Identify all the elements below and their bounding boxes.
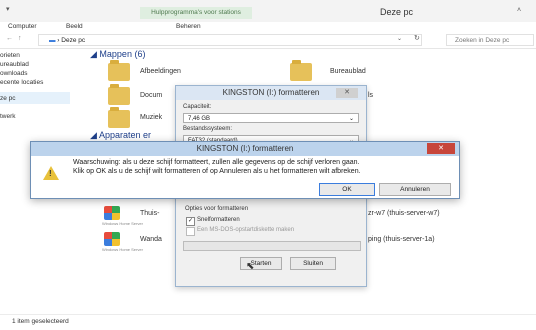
cancel-button[interactable]: Annuleren (379, 183, 451, 196)
network-item-server-1a[interactable]: ping (thuis-server-1a) (368, 236, 435, 243)
nav-item-bureaublad[interactable]: ureaublad (0, 61, 29, 68)
quick-format-checkbox[interactable]: ✓ (186, 217, 195, 226)
warning-line-2: Klik op OK als u de schijf wilt formatte… (73, 168, 361, 175)
group-header-apparaten[interactable]: ◢ Apparaten er (90, 130, 151, 141)
folder-muziek[interactable]: Muziek (140, 114, 162, 121)
window-title: Deze pc (380, 7, 414, 17)
ribbon-expand-icon[interactable]: ˄ (517, 7, 521, 14)
windows-server-caption: Windows Home Server (102, 247, 143, 252)
format-close-button[interactable]: ✕ (336, 88, 358, 98)
windows-server-caption: Windows Home Server (102, 221, 143, 226)
network-item-server-w7[interactable]: zr-w7 (thuis-server-w7) (368, 210, 440, 217)
status-bar (0, 314, 536, 330)
group-header-mappen-label: Mappen (6) (99, 49, 146, 59)
windows-logo-icon (104, 206, 120, 220)
computer-icon: ▬ (49, 37, 56, 44)
format-progress-bar (183, 241, 361, 251)
warning-dialog: KINGSTON (I:) formatteren ✕ ! Waarschuwi… (30, 141, 460, 199)
refresh-icon[interactable]: ↻ (414, 34, 420, 42)
folder-bureaublad[interactable]: Bureaublad (330, 68, 366, 75)
windows-logo-icon (104, 232, 120, 246)
msdos-disk-label: Een MS-DOS-opstartdiskette maken (197, 227, 295, 233)
capacity-select[interactable]: 7,46 GB ⌄ (183, 113, 359, 123)
up-arrow-icon[interactable]: ↑ (18, 35, 22, 42)
folder-afbeeldingen[interactable]: Afbeeldingen (140, 68, 181, 75)
nav-item-deze-pc[interactable]: ze pc (0, 95, 16, 102)
group-header-apparaten-label: Apparaten er (98, 130, 151, 140)
status-text: 1 item geselecteerd (12, 318, 69, 325)
folder-icon (108, 107, 130, 128)
warning-icon: ! (43, 166, 59, 180)
filesystem-label: Bestandssysteem: (183, 126, 233, 132)
nav-item-downloads[interactable]: ownloads (0, 70, 27, 77)
folder-documenten[interactable]: Docum (140, 92, 162, 99)
group-header-mappen[interactable]: ◢ Mappen (6) (90, 49, 145, 60)
ok-button[interactable]: OK (319, 183, 375, 196)
address-dropdown-icon[interactable]: ⌄ (397, 35, 402, 42)
close-button[interactable]: Sluiten (290, 257, 336, 270)
format-options-label: Opties voor formatteren (185, 206, 249, 212)
nav-item-recente-locaties[interactable]: ecente locaties (0, 79, 43, 86)
drive-tools-tab[interactable]: Hulpprogramma's voor stations (140, 7, 252, 19)
warning-close-button[interactable]: ✕ (427, 143, 455, 154)
chevron-down-icon: ⌄ (348, 116, 354, 122)
address-bar[interactable]: ▬ › Deze pc (38, 34, 422, 46)
search-input[interactable]: Zoeken in Deze pc (446, 34, 534, 46)
network-item-wanda[interactable]: Wanda (140, 236, 162, 243)
folder-icon (108, 60, 130, 81)
network-item-thuis[interactable]: Thuis- (140, 210, 159, 217)
tab-beeld[interactable]: Beeld (66, 23, 83, 30)
folder-partial-label[interactable]: ls (368, 92, 373, 99)
folder-icon (290, 60, 312, 81)
nav-item-favorieten[interactable]: orieten (0, 52, 20, 59)
title-bar (0, 0, 536, 22)
warning-dialog-title: KINGSTON (I:) formatteren (31, 142, 459, 156)
msdos-disk-checkbox[interactable] (186, 227, 195, 236)
nav-item-netwerk[interactable]: twerk (0, 113, 16, 120)
folder-icon (108, 84, 130, 105)
capacity-value: 7,46 GB (188, 116, 211, 122)
warning-line-1: Waarschuwing: als u deze schijf formatte… (73, 159, 360, 166)
back-arrow-icon[interactable]: ← (6, 35, 13, 42)
address-path: Deze pc (61, 37, 86, 44)
capacity-label: Capaciteit: (183, 104, 212, 110)
tab-computer[interactable]: Computer (8, 23, 37, 30)
tab-beheren[interactable]: Beheren (176, 23, 201, 30)
quick-format-label: Snelformatteren (197, 217, 240, 223)
quick-access-toolbar[interactable]: ▾ (6, 5, 10, 13)
mouse-cursor-icon: ⬉ (246, 261, 255, 272)
